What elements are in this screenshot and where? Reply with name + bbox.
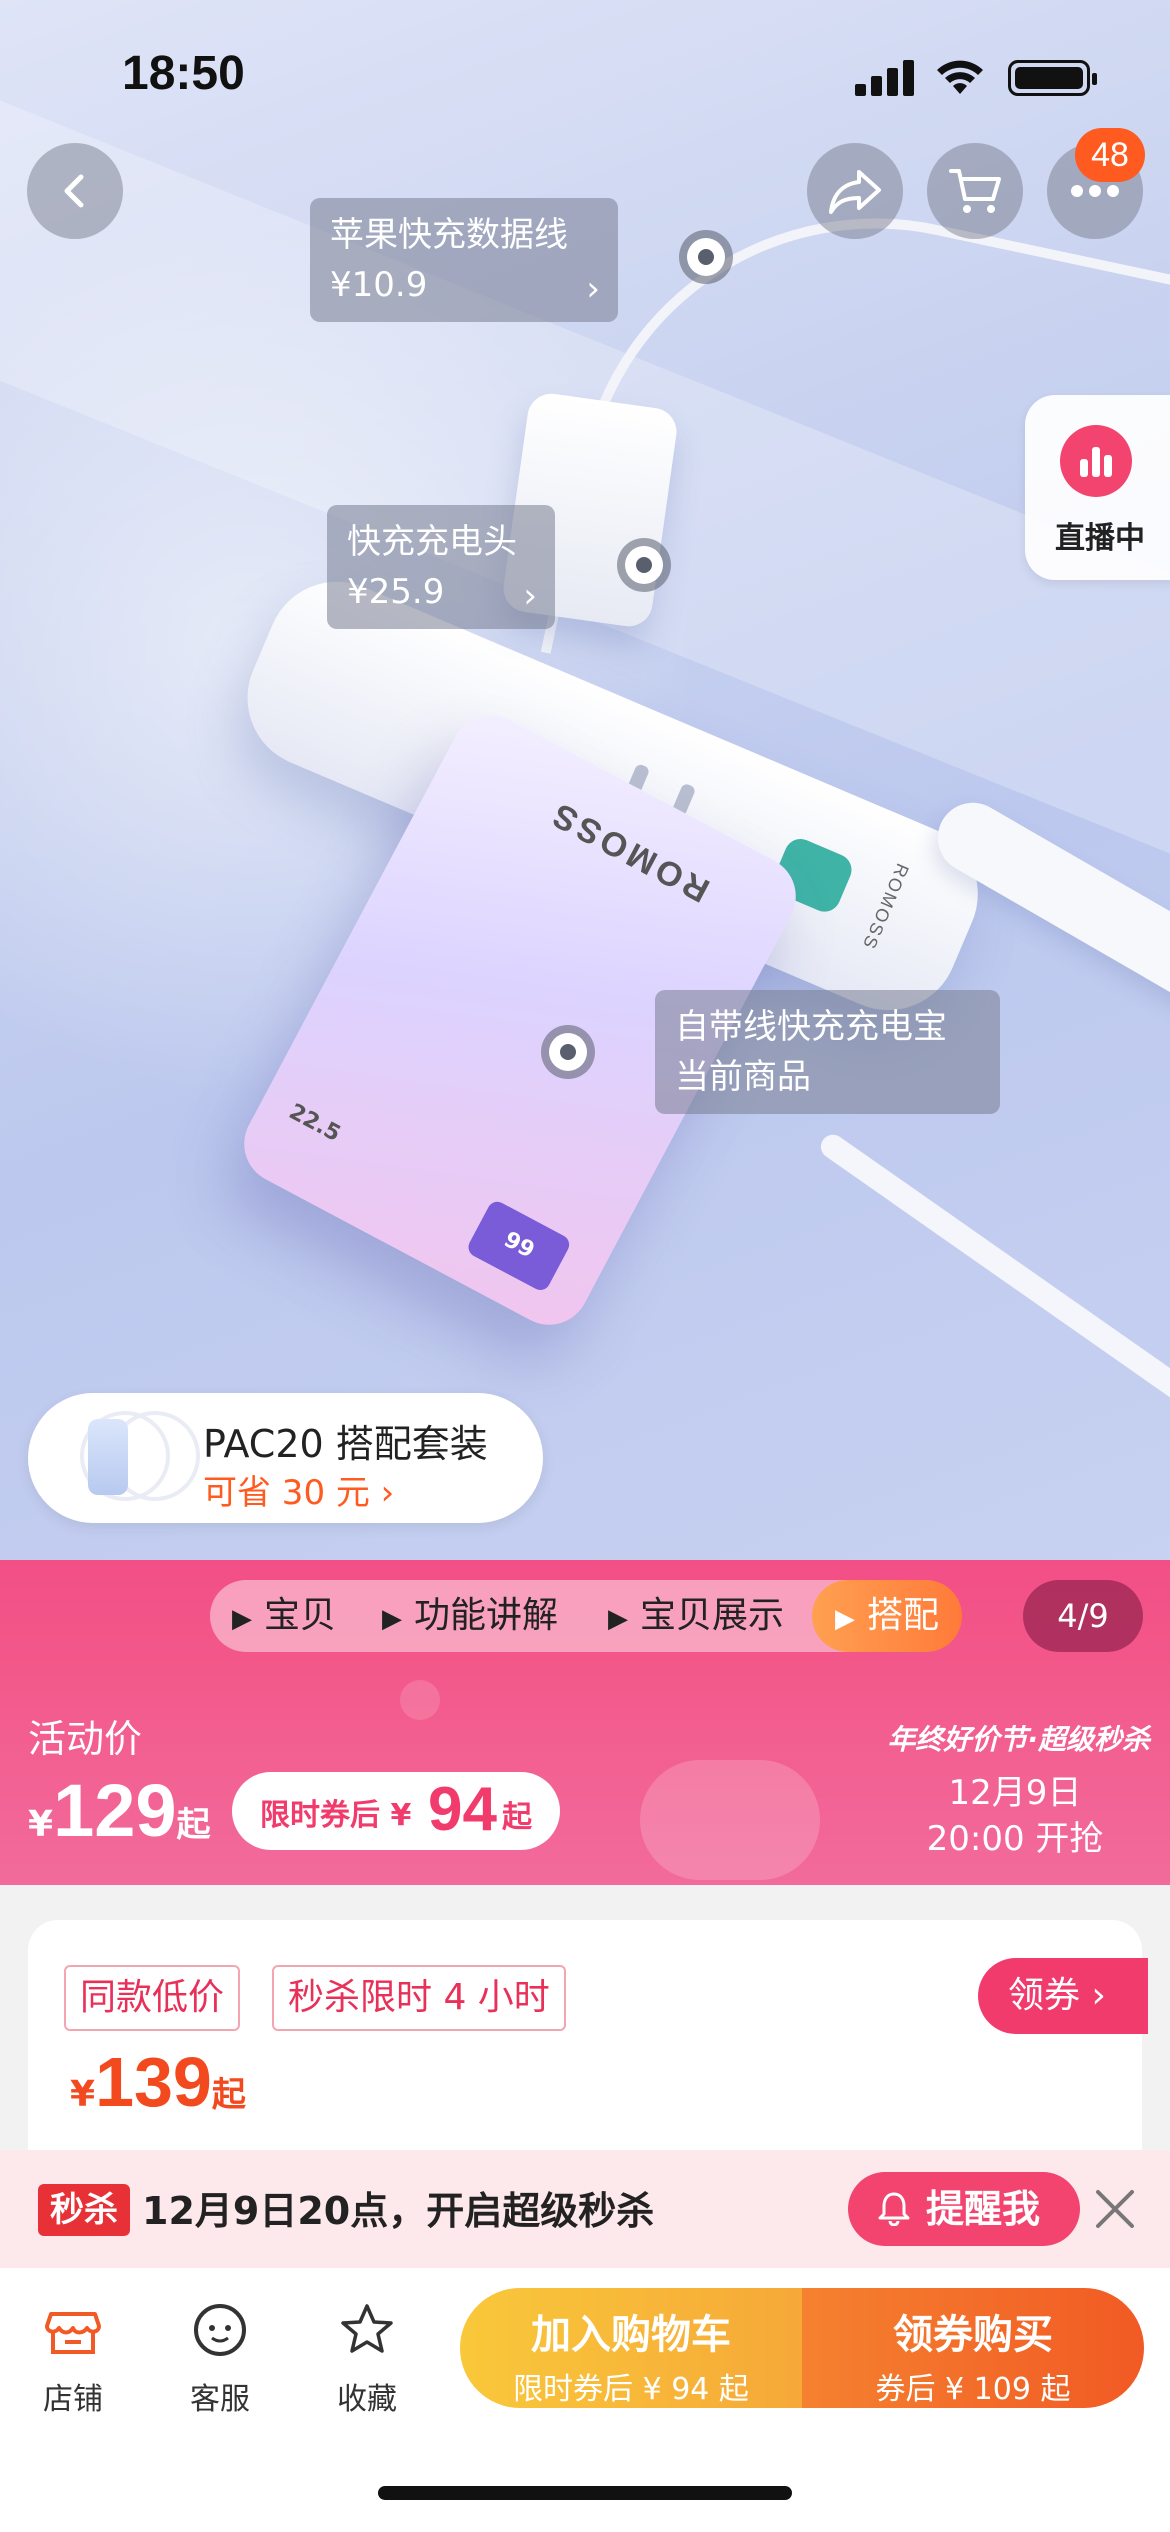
status-bar: 18:50	[0, 0, 1170, 150]
bundle-thumbnail	[50, 1405, 218, 1511]
service-button[interactable]: 客服	[165, 2300, 275, 2418]
activity-price: ¥129起	[28, 1769, 211, 1852]
activity-price-label: 活动价	[28, 1717, 143, 1761]
image-pager: 4/9	[1023, 1580, 1143, 1652]
bundle-pill[interactable]: PAC20 搭配套装 可省 30 元 ›	[28, 1393, 543, 1523]
play-icon: ▶	[608, 1604, 628, 1634]
hotspot-name: 苹果快充数据线	[330, 215, 568, 255]
hotspot-tag-powerbank[interactable]: 自带线快充充电宝 当前商品	[655, 990, 1000, 1114]
media-tabs: ▶ 宝贝 ▶ 功能讲解 ▶ 宝贝展示 ▶ 搭配	[210, 1580, 962, 1652]
bank-screen: 99	[464, 1198, 573, 1294]
decor-cloud	[640, 1760, 820, 1880]
play-icon: ▶	[232, 1604, 252, 1634]
home-indicator	[378, 2486, 792, 2500]
shop-label: 店铺	[43, 2382, 103, 2417]
star-icon	[341, 2304, 393, 2353]
bank-cable-image	[816, 1130, 1170, 1437]
flash-sale-bar: 秒杀 12月9日20点，开启超级秒杀 提醒我	[0, 2150, 1170, 2268]
service-label: 客服	[190, 2382, 250, 2417]
chevron-left-icon	[64, 174, 84, 208]
bank-power-mark: 22.5	[284, 1099, 345, 1147]
flash-message: 12月9日20点，开启超级秒杀	[142, 2189, 655, 2233]
status-time: 18:50	[122, 47, 245, 100]
bundle-save: 可省 30 元 ›	[203, 1473, 395, 1513]
decor-heart	[400, 1680, 440, 1720]
hotspot-name: 自带线快充充电宝	[675, 1007, 947, 1047]
cart-button[interactable]	[927, 143, 1023, 239]
live-bars-icon	[1060, 425, 1132, 497]
hotspot-dot[interactable]	[687, 238, 725, 276]
add-to-cart-button[interactable]: 加入购物车 限时券后 ¥ 94 起	[460, 2288, 802, 2408]
same-low-price-chip: 同款低价	[64, 1965, 241, 2031]
shop-button[interactable]: 店铺	[18, 2300, 128, 2418]
original-price: ¥139起	[70, 2043, 246, 2121]
cart-icon	[949, 169, 1001, 213]
share-button[interactable]	[807, 143, 903, 239]
tab-showcase[interactable]: ▶ 宝贝展示	[608, 1580, 784, 1652]
hotspot-current: 当前商品	[675, 1057, 811, 1097]
tab-product[interactable]: ▶ 宝贝	[232, 1580, 336, 1652]
flash-limit-chip: 秒杀限时 4 小时	[272, 1965, 566, 2031]
hotspot-dot[interactable]	[549, 1033, 587, 1071]
customer-service-icon	[194, 2304, 246, 2356]
tab-feature[interactable]: ▶ 功能讲解	[382, 1580, 558, 1652]
play-icon: ▶	[834, 1604, 855, 1634]
remind-me-button[interactable]: 提醒我	[848, 2172, 1080, 2246]
close-icon[interactable]	[1092, 2186, 1138, 2232]
cellular-signal-icon	[855, 60, 915, 96]
favorite-button[interactable]: 收藏	[312, 2300, 422, 2418]
strip-brand-mark: ROMOSS	[858, 860, 913, 954]
live-label: 直播中	[1055, 521, 1145, 556]
chevron-right-icon: ›	[523, 576, 537, 616]
chevron-right-icon: ›	[586, 269, 600, 309]
play-icon: ▶	[382, 1604, 402, 1634]
hotspot-price: ¥10.9	[330, 265, 428, 305]
wifi-icon	[937, 60, 983, 94]
buy-with-coupon-button[interactable]: 领券购买 券后 ¥ 109 起	[802, 2288, 1144, 2408]
flash-tag: 秒杀	[38, 2184, 130, 2236]
price-card: 同款低价 秒杀限时 4 小时 领券 › ¥139起	[28, 1920, 1148, 2180]
hotspot-tag-cable[interactable]: 苹果快充数据线 ¥10.9 ›	[310, 198, 618, 322]
live-stream-entry[interactable]: 直播中	[1025, 395, 1170, 580]
hotspot-name: 快充充电头	[347, 522, 517, 562]
tab-bundle[interactable]: ▶ 搭配	[812, 1580, 962, 1652]
more-dots-icon	[1071, 185, 1119, 197]
message-badge: 48	[1075, 128, 1145, 182]
event-start: 12月9日 20:00 开抢	[926, 1773, 1104, 1859]
share-icon	[829, 170, 881, 214]
get-coupon-button[interactable]: 领券 ›	[978, 1958, 1148, 2034]
back-button[interactable]	[27, 143, 123, 239]
bell-icon	[878, 2192, 910, 2226]
promo-band: ▶ 宝贝 ▶ 功能讲解 ▶ 宝贝展示 ▶ 搭配 4/9 活动价 ¥129起 限时券后 ¥…	[0, 1560, 1170, 1885]
hotspot-tag-charger[interactable]: 快充充电头 ¥25.9 ›	[327, 505, 555, 629]
hotspot-price: ¥25.9	[347, 572, 445, 612]
hotspot-dot[interactable]	[625, 546, 663, 584]
store-icon	[45, 2312, 101, 2354]
bundle-title: PAC20 搭配套装	[203, 1422, 488, 1466]
battery-icon	[1008, 60, 1097, 96]
coupon-price-pill: 限时券后 ¥ 94 起	[232, 1772, 560, 1850]
favorite-label: 收藏	[337, 2382, 397, 2417]
event-title: 年终好价节·超级秒杀	[887, 1723, 1150, 1756]
